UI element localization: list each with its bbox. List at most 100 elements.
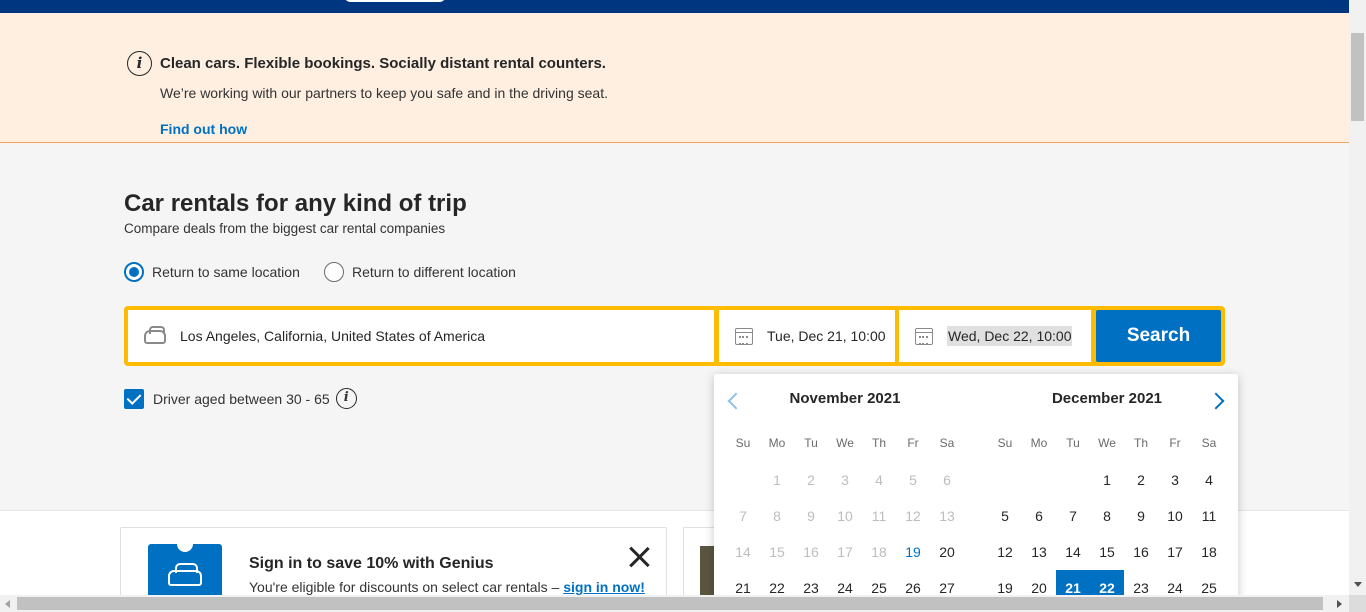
weekday-label: Sa — [1201, 436, 1217, 450]
calendar-empty-cell — [726, 462, 760, 498]
return-same-location-option[interactable]: Return to same location — [124, 262, 300, 282]
calendar-day[interactable]: 11 — [1192, 498, 1226, 534]
vertical-scrollbar[interactable] — [1349, 0, 1366, 612]
weekday-header: Su Mo Tu We Th Fr Sa — [726, 424, 964, 462]
pickup-location-field[interactable]: Los Angeles, California, United States o… — [128, 310, 714, 362]
search-button[interactable]: Search — [1096, 310, 1221, 362]
calendar-day: 18 — [871, 544, 887, 560]
page-subtitle: Compare deals from the biggest car renta… — [124, 221, 446, 236]
calendar-day[interactable]: 4 — [1192, 462, 1226, 498]
calendar-day: 16 — [803, 544, 819, 560]
calendar-icon — [735, 327, 753, 345]
calendar-month: November 2021 Su Mo Tu We Th Fr Sa 1 2 3 4 5 6 7 8 9 10… — [726, 374, 964, 600]
scrollbar-thumb[interactable] — [1351, 33, 1364, 121]
genius-card-description: You're eligible for discounts on select … — [249, 579, 564, 595]
close-icon[interactable] — [628, 546, 650, 568]
find-out-how-link[interactable]: Find out how — [160, 121, 247, 137]
calendar-empty-cell — [1022, 462, 1056, 498]
calendar-day: 15 — [769, 544, 785, 560]
info-icon: i — [127, 51, 152, 76]
weekday-label: We — [1098, 436, 1116, 450]
calendar-month: December 2021 Su Mo Tu We Th Fr Sa 1 2 3 4 5 6 7 8 9 10… — [988, 374, 1226, 600]
date-picker-calendar: November 2021 Su Mo Tu We Th Fr Sa 1 2 3 4 5 6 7 8 9 10… — [714, 374, 1238, 600]
horizontal-scrollbar[interactable] — [0, 595, 1349, 612]
top-nav-bar — [0, 0, 1349, 13]
calendar-day[interactable]: 8 — [1090, 498, 1124, 534]
calendar-day[interactable]: 17 — [1158, 534, 1192, 570]
pickup-date-field[interactable]: Tue, Dec 21, 10:00 — [719, 310, 895, 362]
weekday-label: Su — [735, 436, 751, 450]
dropoff-date-value: Wed, Dec 22, 10:00 — [947, 326, 1073, 346]
pickup-date-value: Tue, Dec 21, 10:00 — [767, 328, 886, 344]
calendar-day: 4 — [875, 472, 883, 488]
top-nav-button[interactable] — [345, 0, 445, 2]
calendar-day[interactable]: 19 — [896, 534, 930, 570]
driver-age-label: Driver aged between 30 - 65 — [153, 390, 330, 407]
calendar-day: 14 — [735, 544, 751, 560]
calendar-day[interactable]: 2 — [1124, 462, 1158, 498]
calendar-empty-cell — [1056, 462, 1090, 498]
day-grid: 1 2 3 4 5 6 7 8 9 10 11 12 13 14 15 16 17 18 19 20 21 22 23 24 2… — [988, 462, 1226, 600]
calendar-day: 2 — [807, 472, 815, 488]
radio-selected[interactable] — [124, 262, 144, 282]
calendar-day[interactable]: 13 — [1022, 534, 1056, 570]
scrollbar-thumb[interactable] — [17, 597, 1323, 610]
driver-age-option[interactable]: Driver aged between 30 - 65 i — [124, 388, 357, 409]
genius-card-title: Sign in to save 10% with Genius — [249, 555, 494, 572]
calendar-day[interactable]: 7 — [1056, 498, 1090, 534]
calendar-day: 7 — [739, 508, 747, 524]
calendar-day[interactable]: 5 — [988, 498, 1022, 534]
calendar-day[interactable]: 14 — [1056, 534, 1090, 570]
scroll-right-icon[interactable] — [1337, 600, 1342, 608]
calendar-day: 12 — [905, 508, 921, 524]
info-icon[interactable]: i — [335, 388, 357, 409]
sign-in-link[interactable]: sign in now! — [563, 579, 645, 595]
weekday-label: Mo — [768, 436, 786, 450]
calendar-day: 1 — [773, 472, 781, 488]
weekday-label: Tu — [804, 436, 818, 450]
calendar-day: 5 — [909, 472, 917, 488]
calendar-empty-cell — [988, 462, 1022, 498]
weekday-label: We — [836, 436, 854, 450]
calendar-day[interactable]: 6 — [1022, 498, 1056, 534]
safety-banner: i Clean cars. Flexible bookings. Sociall… — [0, 13, 1349, 143]
banner-title: Clean cars. Flexible bookings. Socially … — [160, 55, 606, 72]
weekday-label: Mo — [1030, 436, 1048, 450]
calendar-day: 6 — [943, 472, 951, 488]
scroll-left-icon[interactable] — [5, 600, 10, 608]
calendar-day[interactable]: 18 — [1192, 534, 1226, 570]
return-same-location-label: Return to same location — [152, 264, 300, 280]
calendar-day[interactable]: 1 — [1090, 462, 1124, 498]
calendar-day[interactable]: 20 — [930, 534, 964, 570]
driver-age-checkbox[interactable] — [124, 388, 144, 409]
car-icon — [168, 563, 202, 586]
scroll-down-icon[interactable] — [1354, 582, 1362, 587]
page-title: Car rentals for any kind of trip — [124, 190, 467, 217]
calendar-day[interactable]: 12 — [988, 534, 1022, 570]
radio-unselected[interactable] — [324, 262, 344, 282]
calendar-day: 9 — [807, 508, 815, 524]
car-icon — [144, 326, 166, 344]
genius-card-text: You're eligible for discounts on select … — [249, 579, 645, 595]
banner-text: We’re working with our partners to keep … — [160, 85, 608, 101]
calendar-day: 3 — [841, 472, 849, 488]
calendar-day[interactable]: 10 — [1158, 498, 1192, 534]
return-different-location-label: Return to different location — [352, 264, 516, 280]
weekday-label: Th — [1133, 436, 1148, 450]
calendar-day: 13 — [939, 508, 955, 524]
calendar-day: 17 — [837, 544, 853, 560]
month-title: November 2021 — [789, 390, 901, 407]
pickup-location-value: Los Angeles, California, United States o… — [180, 328, 486, 344]
calendar-day: 10 — [837, 508, 853, 524]
calendar-day[interactable]: 9 — [1124, 498, 1158, 534]
weekday-label: Sa — [939, 436, 955, 450]
month-title: December 2021 — [1051, 390, 1163, 407]
calendar-day: 11 — [871, 508, 887, 524]
day-grid: 1 2 3 4 5 6 7 8 9 10 11 12 13 14 15 16 17 18 19 20 21 22 23 24 2… — [726, 462, 964, 600]
calendar-day[interactable]: 16 — [1124, 534, 1158, 570]
dropoff-date-field[interactable]: Wed, Dec 22, 10:00 — [899, 310, 1091, 362]
calendar-day[interactable]: 15 — [1090, 534, 1124, 570]
return-different-location-option[interactable]: Return to different location — [324, 262, 516, 282]
calendar-day[interactable]: 3 — [1158, 462, 1192, 498]
calendar-icon — [915, 327, 933, 345]
